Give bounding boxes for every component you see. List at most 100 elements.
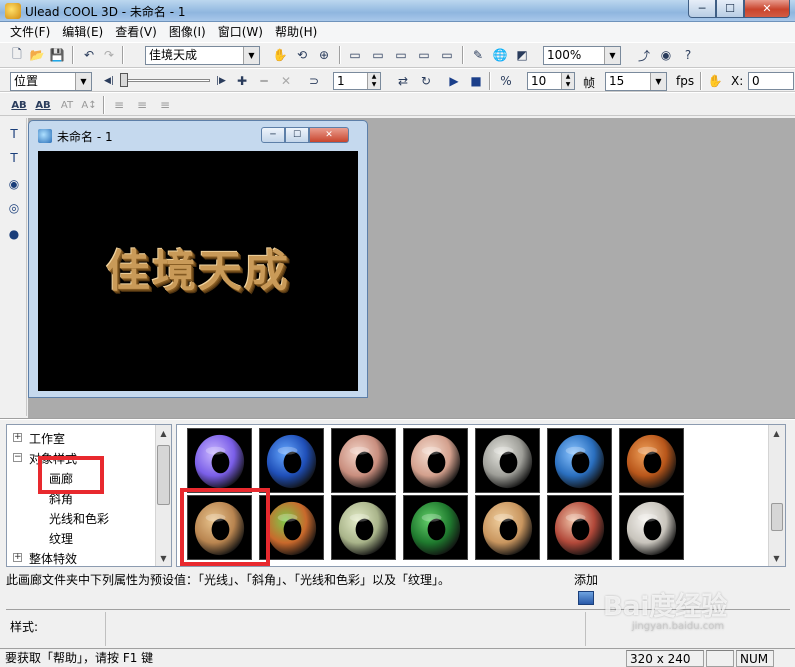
hand-icon[interactable]: ✋ — [271, 46, 289, 64]
tree-item-texture[interactable]: 纹理 — [49, 530, 73, 547]
zoom-combo[interactable]: 100% ▼ — [543, 46, 621, 65]
gallery-thumbnail-orange-wood[interactable] — [619, 428, 684, 493]
scroll-up-icon[interactable]: ▲ — [769, 425, 784, 441]
gallery-scrollbar[interactable]: ▲ ▼ — [768, 425, 785, 566]
menu-help[interactable]: 帮助(H) — [269, 22, 323, 42]
insert-shape-icon[interactable]: ◉ — [4, 174, 24, 194]
add-key-icon[interactable]: ✚ — [233, 72, 251, 90]
stop-icon[interactable]: ■ — [467, 72, 485, 90]
expand-icon[interactable]: + — [13, 433, 22, 442]
tree-scroll-thumb[interactable] — [157, 445, 170, 505]
close-button[interactable]: ✕ — [744, 0, 790, 18]
mode-value: 位置 — [14, 74, 39, 88]
menu-window[interactable]: 窗口(W) — [212, 22, 269, 42]
expand-icon[interactable]: + — [13, 553, 22, 562]
rotate-object-icon[interactable]: ⟲ — [293, 46, 311, 64]
font-italic-icon[interactable]: AB — [34, 96, 52, 114]
menu-file[interactable]: 文件(F) — [4, 22, 56, 42]
split-key-icon[interactable]: ✕ — [277, 72, 295, 90]
font-bold-icon[interactable]: AB — [10, 96, 28, 114]
timeline-slider-track[interactable] — [120, 79, 210, 82]
menu-view[interactable]: 查看(V) — [109, 22, 163, 42]
save-icon[interactable]: 💾 — [48, 46, 66, 64]
gallery-scroll-thumb[interactable] — [771, 503, 783, 531]
tree-scrollbar[interactable]: ▲ ▼ — [155, 425, 171, 566]
new-file-icon[interactable]: 🗋 — [8, 46, 26, 64]
tree-item-global-effects[interactable]: 整体特效 — [29, 550, 77, 567]
play-icon[interactable]: ▶ — [445, 72, 463, 90]
ring-preview-icon — [410, 501, 461, 556]
camera-view-1-icon[interactable]: ▭ — [346, 46, 364, 64]
align-right-icon[interactable]: ≡ — [156, 96, 174, 114]
gallery-thumbnail-tan-grain[interactable] — [475, 495, 540, 560]
edit-shape-icon[interactable]: ◎ — [4, 198, 24, 218]
insert-text-icon[interactable]: T — [4, 124, 24, 144]
percent-icon[interactable]: % — [497, 72, 515, 90]
undo-icon[interactable]: ↶ — [80, 46, 98, 64]
redo-icon[interactable]: ↷ — [100, 46, 118, 64]
remove-key-icon[interactable]: ━ — [255, 72, 273, 90]
camera-view-2-icon[interactable]: ▭ — [369, 46, 387, 64]
status-num-lock: NUM — [736, 650, 774, 667]
3d-text-object[interactable]: 佳境天成 — [106, 235, 290, 299]
baidu-watermark: Bai度经验 jingyan.baidu.com — [603, 586, 753, 632]
gallery-thumbnail-gray-marble[interactable] — [475, 428, 540, 493]
add-to-gallery-button[interactable]: 添加 — [570, 571, 602, 605]
scroll-up-icon[interactable]: ▲ — [156, 425, 171, 441]
current-frame-spinner[interactable]: 1 ▲ ▼ — [333, 72, 381, 90]
timeline-slider-thumb[interactable] — [120, 73, 128, 87]
document-minimize-button[interactable]: ─ — [261, 127, 285, 143]
hand-tool-icon[interactable]: ✋ — [706, 72, 724, 90]
gallery-thumbnail-blue-texture[interactable] — [547, 428, 612, 493]
loop-icon[interactable]: ⇄ — [394, 72, 412, 90]
gallery-thumbnail-pale-green[interactable] — [331, 495, 396, 560]
camera-view-4-icon[interactable]: ▭ — [415, 46, 433, 64]
gallery-thumbnail-white-granite[interactable] — [619, 495, 684, 560]
align-center-icon[interactable]: ≡ — [133, 96, 151, 114]
fps-combo[interactable]: 15 ▼ — [605, 72, 667, 91]
line-spacing-icon[interactable]: A↕ — [80, 96, 98, 114]
gallery-thumbnail-pink-marble[interactable] — [331, 428, 396, 493]
document-maximize-button[interactable]: ☐ — [285, 127, 309, 143]
select-object-icon[interactable]: ⊕ — [315, 46, 333, 64]
maximize-button[interactable]: ☐ — [716, 0, 744, 18]
edit-text-icon[interactable]: T — [4, 148, 24, 168]
render-canvas[interactable]: 佳境天成 — [38, 151, 358, 391]
add-gallery-icon — [578, 591, 594, 605]
x-coordinate-input[interactable]: 0 — [748, 72, 794, 90]
mode-combo[interactable]: 位置 ▼ — [10, 72, 92, 91]
camera-view-5-icon[interactable]: ▭ — [438, 46, 456, 64]
reverse-icon[interactable]: ⊃ — [305, 72, 323, 90]
last-key-icon[interactable]: |▶ — [212, 72, 230, 90]
camera-view-3-icon[interactable]: ▭ — [392, 46, 410, 64]
record-icon[interactable]: ◉ — [657, 46, 675, 64]
style-label: 样式: — [6, 612, 106, 646]
document-close-button[interactable]: ✕ — [309, 127, 349, 143]
char-spacing-icon[interactable]: AT — [58, 96, 76, 114]
gallery-thumbnail-rose-stone[interactable] — [403, 428, 468, 493]
scroll-down-icon[interactable]: ▼ — [769, 550, 784, 566]
first-key-icon[interactable]: ◀| — [100, 72, 118, 90]
frame-count-spinner[interactable]: 10 ▲ ▼ — [527, 72, 575, 90]
gallery-thumbnail-red-granite[interactable] — [547, 495, 612, 560]
insert-geometry-icon[interactable]: ● — [4, 224, 24, 244]
open-folder-icon[interactable]: 📂 — [28, 46, 46, 64]
export-icon[interactable]: ⤴ — [635, 46, 653, 64]
repeat-icon[interactable]: ↻ — [417, 72, 435, 90]
help-pointer-icon[interactable]: ? — [679, 46, 697, 64]
text-object-combo[interactable]: 佳境天成 ▼ — [145, 46, 260, 65]
menu-edit[interactable]: 编辑(E) — [56, 22, 109, 42]
gallery-thumbnail-purple-glow[interactable] — [187, 428, 252, 493]
tree-item-studio[interactable]: 工作室 — [29, 430, 65, 447]
menu-image[interactable]: 图像(I) — [163, 22, 212, 42]
light-icon[interactable]: ✎ — [469, 46, 487, 64]
scroll-down-icon[interactable]: ▼ — [156, 550, 171, 566]
gallery-thumbnail-blue-swirl[interactable] — [259, 428, 324, 493]
tree-item-light-color[interactable]: 光线和色彩 — [49, 510, 109, 527]
minimize-button[interactable]: ─ — [688, 0, 716, 18]
align-left-icon[interactable]: ≡ — [110, 96, 128, 114]
chart-icon[interactable]: ◩ — [513, 46, 531, 64]
globe-icon[interactable]: 🌐 — [491, 46, 509, 64]
collapse-icon[interactable]: − — [13, 453, 22, 462]
gallery-thumbnail-green-marble[interactable] — [403, 495, 468, 560]
